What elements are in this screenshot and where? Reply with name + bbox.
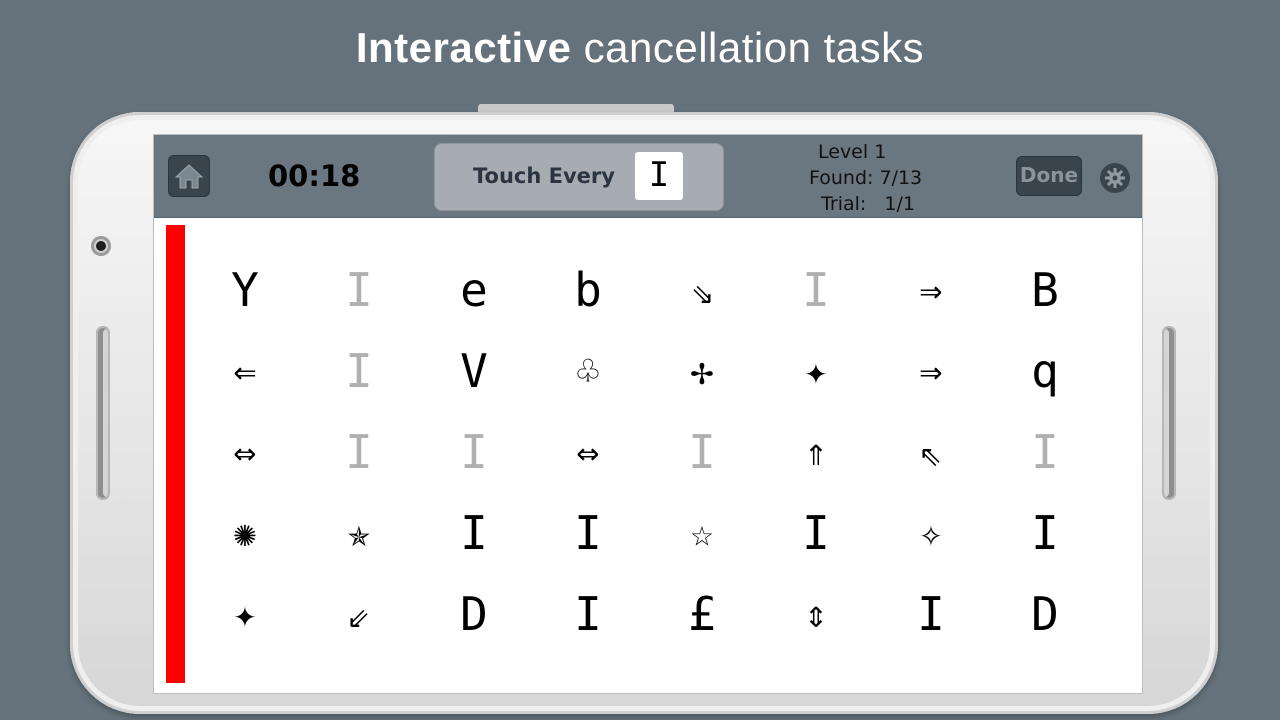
grid-cell[interactable]: I	[995, 412, 1095, 492]
grid-cell[interactable]: ⇒	[881, 331, 981, 411]
grid-cell[interactable]: I	[538, 493, 638, 573]
grid-cell[interactable]: ⇕	[766, 574, 866, 654]
grid-cell[interactable]: D	[995, 574, 1095, 654]
grid-cell[interactable]: ⇔	[538, 412, 638, 492]
grid-cell[interactable]: ✦	[195, 574, 295, 654]
grid-cell[interactable]: D	[424, 574, 524, 654]
grid-cell[interactable]: ✺	[195, 493, 295, 573]
grid-cell[interactable]: I	[538, 574, 638, 654]
grid-cell[interactable]: I	[309, 412, 409, 492]
grid-cell[interactable]: £	[652, 574, 752, 654]
grid-cell[interactable]: I	[766, 493, 866, 573]
grid-cell[interactable]: I	[652, 412, 752, 492]
target-symbol: I	[635, 152, 683, 200]
top-bar: 00:18 Touch Every I Level 1 Found: 7/13 …	[154, 135, 1142, 218]
grid-cell[interactable]: ⇘	[652, 250, 752, 330]
camera-icon	[91, 236, 111, 256]
grid-cell[interactable]: b	[538, 250, 638, 330]
grid-cell[interactable]: I	[424, 412, 524, 492]
headline: Interactive cancellation tasks	[0, 24, 1280, 72]
grid-cell[interactable]: ⇙	[309, 574, 409, 654]
grid-cell[interactable]: ☆	[652, 493, 752, 573]
gear-icon	[1105, 168, 1125, 188]
grid-cell[interactable]: V	[424, 331, 524, 411]
grid-cell[interactable]: I	[309, 250, 409, 330]
grid-cell[interactable]: I	[995, 493, 1095, 573]
grid-cell[interactable]: ✢	[652, 331, 752, 411]
grid-cell[interactable]: ✯	[309, 493, 409, 573]
home-icon	[174, 164, 204, 189]
grid-cell[interactable]: ⇐	[195, 331, 295, 411]
grid-cell[interactable]: B	[995, 250, 1095, 330]
grid-cell[interactable]: ⇖	[881, 412, 981, 492]
grid-cell[interactable]: ✦	[766, 331, 866, 411]
grid-cell[interactable]: ✧	[881, 493, 981, 573]
level-text: Level 1	[818, 141, 887, 163]
grid-cell[interactable]: q	[995, 331, 1095, 411]
grid-cell[interactable]: Y	[195, 250, 295, 330]
grid-cell[interactable]: ⇔	[195, 412, 295, 492]
timer: 00:18	[268, 159, 361, 193]
grid-cell[interactable]: I	[881, 574, 981, 654]
grid-cell[interactable]: ♧	[538, 331, 638, 411]
speaker-left	[96, 326, 110, 500]
grid-cell[interactable]: ⇒	[881, 250, 981, 330]
headline-rest: cancellation tasks	[571, 24, 925, 71]
progress-bar	[166, 225, 185, 683]
headline-bold: Interactive	[355, 24, 572, 71]
grid-cell[interactable]: I	[766, 250, 866, 330]
app-screen: 00:18 Touch Every I Level 1 Found: 7/13 …	[153, 134, 1143, 694]
speaker-right	[1162, 326, 1176, 500]
target-panel: Touch Every I	[434, 143, 724, 211]
grid-cell[interactable]: e	[424, 250, 524, 330]
phone-power-button	[478, 104, 674, 112]
trial-text: Trial: 1/1	[809, 193, 916, 215]
grid-cell[interactable]: ⇑	[766, 412, 866, 492]
grid-cell[interactable]: I	[424, 493, 524, 573]
home-button[interactable]	[168, 155, 210, 197]
target-label: Touch Every	[473, 164, 615, 188]
settings-button[interactable]	[1100, 163, 1130, 193]
found-text: Found: 7/13	[809, 167, 923, 189]
grid-cell[interactable]: I	[309, 331, 409, 411]
status-panel: Level 1 Found: 7/13 Trial: 1/1	[794, 139, 924, 217]
done-button[interactable]: Done	[1016, 156, 1082, 196]
